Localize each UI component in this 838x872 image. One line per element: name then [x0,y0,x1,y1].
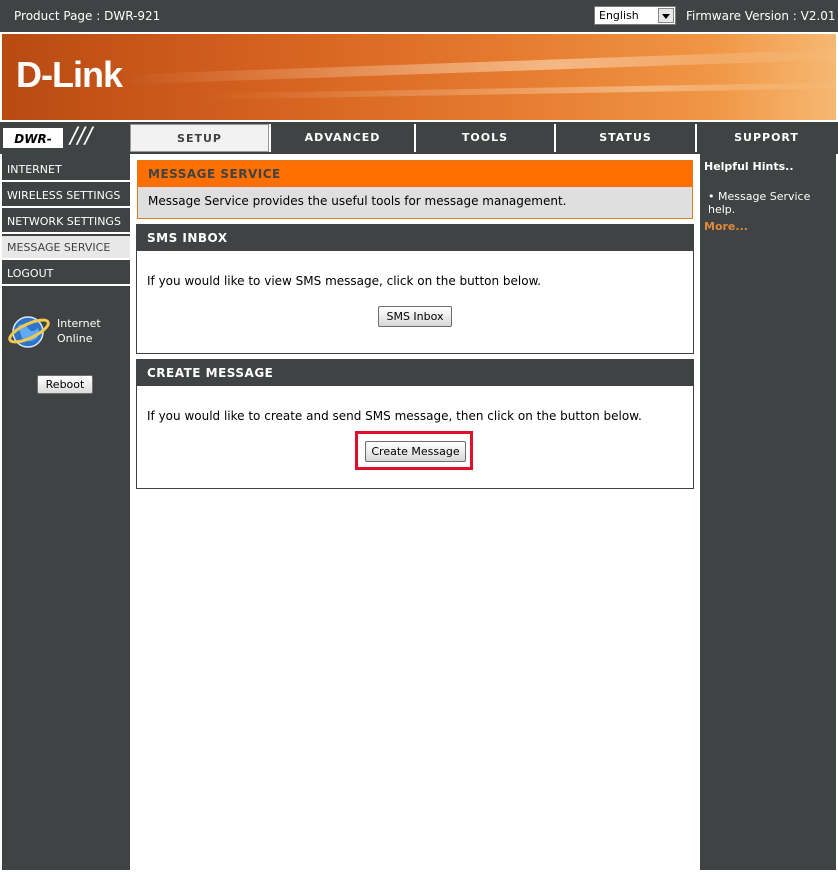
sms-inbox-text: If you would like to view SMS message, c… [147,274,542,288]
create-message-title: CREATE MESSAGE [137,360,693,386]
sms-inbox-title: SMS INBOX [137,225,693,251]
page-description: Message Service provides the useful tool… [148,194,567,208]
message-service-section: MESSAGE SERVICE Message Service provides… [137,160,693,219]
create-message-text: If you would like to create and send SMS… [147,409,642,423]
sidebar-item-logout[interactable]: LOGOUT [2,262,130,286]
product-page-label: Product Page : DWR-921 [14,9,161,23]
tab-tools[interactable]: TOOLS [414,124,554,152]
tab-advanced[interactable]: ADVANCED [269,124,414,152]
model-name: DWR-921 [2,127,64,168]
language-select-value: English [599,9,639,22]
tab-support[interactable]: SUPPORT [695,124,836,152]
banner-streak [201,82,836,100]
model-slashes: /// [70,124,93,149]
sidebar-item-internet[interactable]: INTERNET [2,158,130,182]
tab-status[interactable]: STATUS [554,124,695,152]
internet-status: Internet Online [57,316,101,346]
sms-inbox-section: SMS INBOX If you would like to view SMS … [136,224,694,354]
internet-status-line2: Online [57,332,93,345]
firmware-version-label: Firmware Version : V2.01 [686,9,836,23]
highlight-box [355,431,473,470]
page-title: MESSAGE SERVICE [138,161,692,187]
more-link[interactable]: More... [704,220,748,233]
top-bar: Product Page : DWR-921 English Firmware … [0,0,838,32]
internet-globe-icon [8,316,50,348]
sidebar-item-message-service[interactable]: MESSAGE SERVICE [2,236,130,260]
tab-setup[interactable]: SETUP [130,124,269,152]
chevron-down-icon[interactable] [658,8,674,23]
header-banner: D-Link [2,34,836,120]
hints-title: Helpful Hints.. [704,160,794,173]
dlink-logo: D-Link [16,54,123,95]
sms-inbox-button[interactable]: SMS Inbox [378,306,452,327]
internet-status-line1: Internet [57,317,101,330]
model-badge: DWR-921 /// [2,124,128,168]
helpful-hints-panel: Helpful Hints.. • Message Service help. … [700,154,836,870]
hint-item-text: Message Service help. [708,190,811,216]
language-select[interactable]: English [594,6,676,25]
sidebar-item-network-settings[interactable]: NETWORK SETTINGS [2,210,130,234]
hint-item: • Message Service help. [708,190,811,216]
reboot-button[interactable]: Reboot [37,375,93,394]
sidebar-item-wireless-settings[interactable]: WIRELESS SETTINGS [2,184,130,208]
banner-streak [122,49,836,85]
